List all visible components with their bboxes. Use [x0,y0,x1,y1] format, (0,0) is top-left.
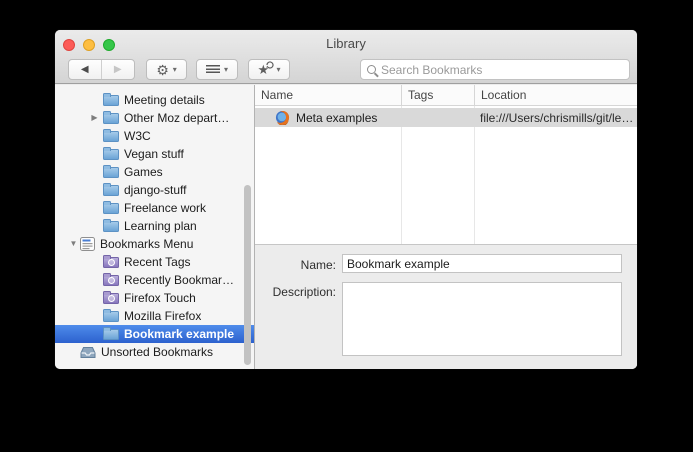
sidebar-item-games[interactable]: Games [55,163,254,181]
sidebar-item-label: Bookmark example [124,327,235,341]
bookmark-location-cell: file:///Users/chrismills/git/le… [480,110,634,125]
name-field-label: Name: [300,258,336,272]
back-button[interactable]: ◀ [69,60,102,79]
sidebar-item-unsorted-bookmarks[interactable]: Unsorted Bookmarks [55,343,254,361]
content-area: Meeting details ▶ Other Moz depart… W3C … [55,85,637,369]
sidebar-item-label: django-stuff [124,183,187,197]
folder-icon [103,200,119,214]
bookmarks-sidebar: Meeting details ▶ Other Moz depart… W3C … [55,85,255,369]
sidebar-item-label: Recent Tags [124,255,191,269]
folder-icon [103,110,119,124]
column-header-name[interactable]: Name [255,85,401,105]
views-button[interactable]: ▾ [196,59,238,80]
star-refresh-icon: ★ [257,61,275,77]
bookmark-name-field[interactable] [342,254,622,273]
bookmarks-list: Meta examples file:///Users/chrismills/g… [255,106,637,244]
inbox-icon [80,346,96,358]
sidebar-item-bookmarks-menu[interactable]: ▼ Bookmarks Menu [55,235,254,253]
sidebar-item-other-moz-departments[interactable]: ▶ Other Moz depart… [55,109,254,127]
bookmark-row-meta-examples[interactable]: Meta examples file:///Users/chrismills/g… [255,108,637,127]
folder-icon [103,182,119,196]
library-window: Library ◀ ▶ ⚙ ▾ ▾ ★ ▾ Search Bookmarks M… [55,30,637,369]
column-header-location[interactable]: Location [474,85,637,105]
sidebar-item-label: Freelance work [124,201,207,215]
search-field [360,59,630,80]
folder-icon [103,146,119,160]
history-nav-segmented-control: ◀ ▶ [68,59,135,80]
smart-folder-icon [103,290,119,304]
folder-icon [103,218,119,232]
forward-icon: ▶ [113,64,122,75]
bookmark-name: Meta examples [296,110,378,125]
bookmark-name-cell: Meta examples [255,110,401,125]
description-field-label: Description: [272,285,336,299]
sidebar-item-recently-bookmarked[interactable]: Recently Bookmar… [55,271,254,289]
bookmarks-main-pane: Name Tags Location Meta examples file://… [255,85,637,369]
sidebar-item-label: Learning plan [124,219,197,233]
sidebar-item-freelance-work[interactable]: Freelance work [55,199,254,217]
disclosure-triangle-icon[interactable]: ▶ [89,109,100,127]
sidebar-item-firefox-touch[interactable]: Firefox Touch [55,289,254,307]
window-chrome: Library ◀ ▶ ⚙ ▾ ▾ ★ ▾ Search Bookmarks [55,30,637,84]
sidebar-item-mozilla-firefox[interactable]: Mozilla Firefox [55,307,254,325]
sidebar-item-label: Other Moz depart… [124,111,230,125]
sidebar-item-bookmark-example[interactable]: Bookmark example [55,325,254,343]
bookmark-details-pane: Name: Description: [255,244,637,369]
folder-icon [103,128,119,142]
sidebar-item-label: Vegan stuff [124,147,184,161]
sidebar-item-label: Meeting details [124,93,205,107]
sidebar-item-label: Mozilla Firefox [124,309,202,323]
search-input[interactable] [376,62,623,77]
sidebar-item-label: Firefox Touch [124,291,196,305]
sidebar-item-label: Bookmarks Menu [100,237,194,251]
chevron-down-icon: ▾ [223,65,228,74]
circular-arrow-icon [266,61,275,69]
folder-icon [103,308,119,322]
chevron-down-icon: ▾ [276,65,281,74]
organize-button[interactable]: ⚙ ▾ [146,59,187,80]
desktop-background: Library ◀ ▶ ⚙ ▾ ▾ ★ ▾ Search Bookmarks M… [0,0,693,452]
folder-icon [103,326,119,340]
firefox-icon [275,110,290,125]
window-title: Library [326,36,366,51]
sidebar-scrollbar[interactable] [244,185,251,365]
sidebar-item-label: W3C [124,129,151,143]
sidebar-item-learning-plan[interactable]: Learning plan [55,217,254,235]
smart-folder-icon [103,254,119,268]
list-view-icon [205,64,220,75]
bookmark-description-field[interactable] [342,282,622,356]
search-icon [367,65,376,74]
forward-button[interactable]: ▶ [102,60,135,79]
list-header: Name Tags Location [255,85,637,106]
smart-folder-icon [103,272,119,286]
sidebar-item-vegan-stuff[interactable]: Vegan stuff [55,145,254,163]
sidebar-item-w3c[interactable]: W3C [55,127,254,145]
folder-icon [103,164,119,178]
back-icon: ◀ [80,64,89,75]
sidebar-item-recent-tags[interactable]: Recent Tags [55,253,254,271]
bookmarks-menu-icon [80,237,95,251]
import-backup-button[interactable]: ★ ▾ [248,59,290,80]
sidebar-item-label: Unsorted Bookmarks [101,345,214,359]
sidebar-item-label: Recently Bookmar… [124,273,235,287]
chevron-down-icon: ▾ [172,65,177,74]
folder-icon [103,92,119,106]
column-header-tags[interactable]: Tags [401,85,474,105]
toolbar: ◀ ▶ ⚙ ▾ ▾ ★ ▾ Search Bookmarks [55,56,637,84]
gear-icon: ⚙ [156,61,169,78]
sidebar-item-label: Games [124,165,163,179]
disclosure-triangle-icon[interactable]: ▼ [68,235,79,253]
sidebar-item-meeting-details[interactable]: Meeting details [55,91,254,109]
sidebar-item-django-stuff[interactable]: django-stuff [55,181,254,199]
